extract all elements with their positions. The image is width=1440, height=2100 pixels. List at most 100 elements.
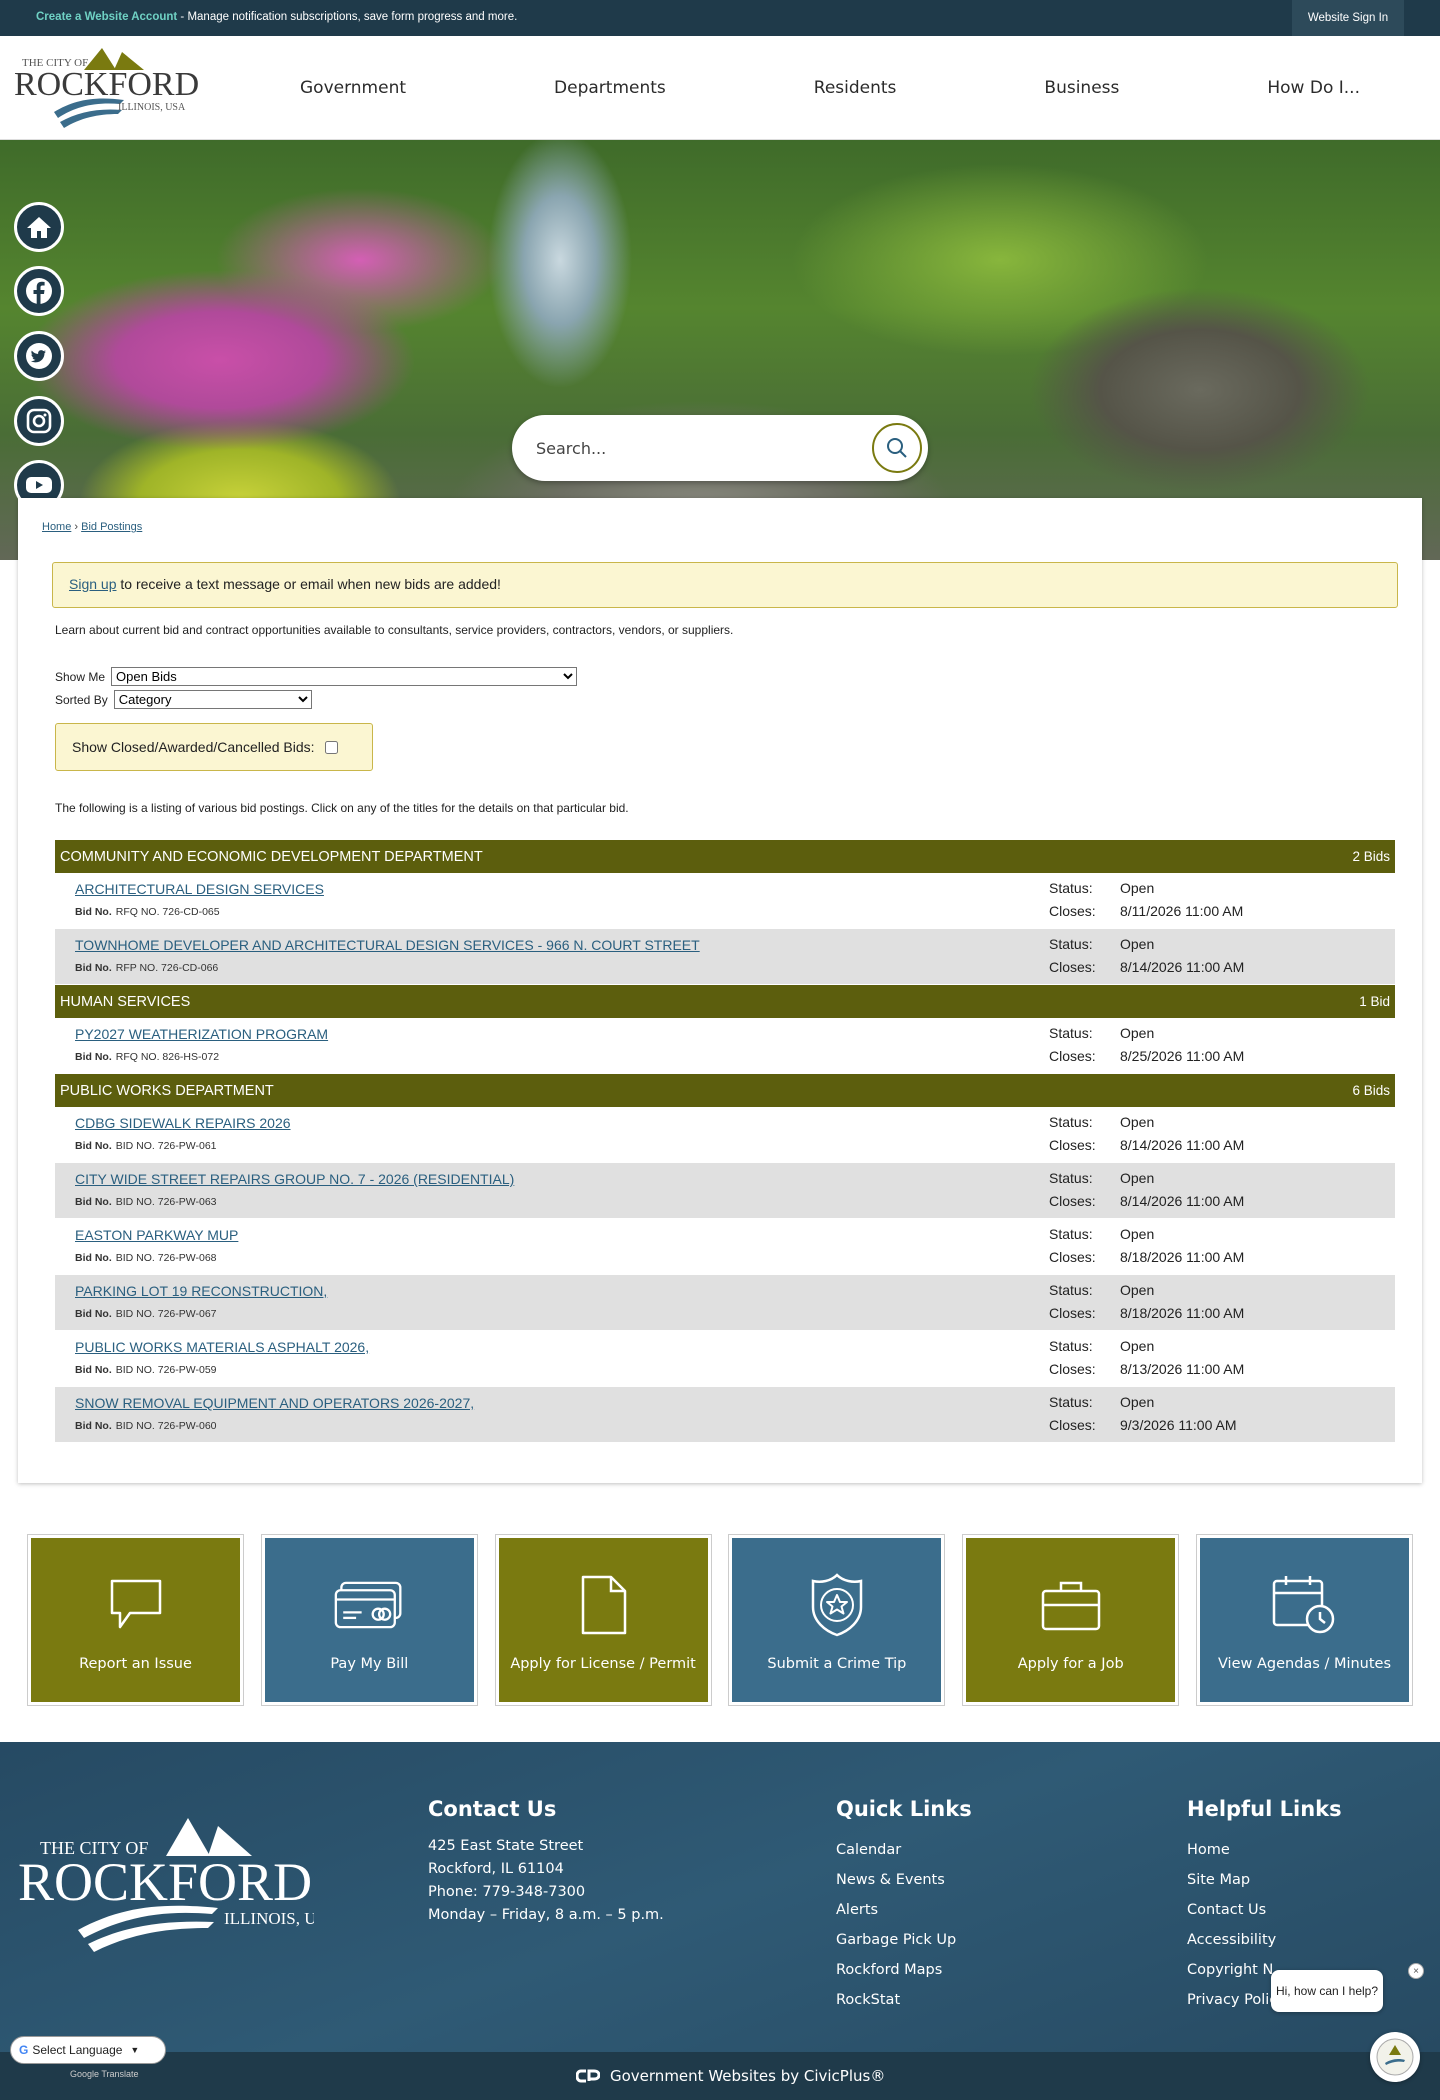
bid-number-value: BID NO. 726-PW-060: [115, 1420, 217, 1432]
status-value: Open: [1120, 1170, 1155, 1186]
bid-title-link[interactable]: CDBG SIDEWALK REPAIRS 2026: [75, 1115, 291, 1131]
helpful-link-contact[interactable]: Contact Us: [1187, 1895, 1342, 1925]
quick-action-tiles: Report an Issue Pay My Bill Apply for Li…: [28, 1535, 1412, 1705]
tile-apply-license[interactable]: Apply for License / Permit: [495, 1535, 711, 1705]
bid-number: Bid No. BID NO. 726-PW-059: [75, 1364, 217, 1376]
closes-value: 8/25/2026 11:00 AM: [1120, 1048, 1245, 1064]
bid-number: Bid No. BID NO. 726-PW-061: [75, 1140, 217, 1152]
bid-row: TOWNHOME DEVELOPER AND ARCHITECTURAL DES…: [55, 929, 1395, 985]
quick-link-alerts[interactable]: Alerts: [836, 1895, 972, 1925]
select-language-label: Select Language: [32, 2043, 123, 2057]
quick-link-garbage[interactable]: Garbage Pick Up: [836, 1925, 972, 1955]
contact-address1: 425 East State Street: [428, 1838, 584, 1854]
status-label: Status:: [1049, 936, 1093, 952]
bid-title-link[interactable]: TOWNHOME DEVELOPER AND ARCHITECTURAL DES…: [75, 937, 700, 953]
bid-row: PARKING LOT 19 RECONSTRUCTION, Bid No. BID…: [55, 1275, 1395, 1331]
closes-value: 9/3/2026 11:00 AM: [1120, 1417, 1237, 1433]
search-input[interactable]: [536, 435, 836, 461]
bid-number: Bid No. BID NO. 726-PW-068: [75, 1252, 217, 1264]
quick-link-news[interactable]: News & Events: [836, 1865, 972, 1895]
tile-crime-tip[interactable]: Submit a Crime Tip: [729, 1535, 945, 1705]
home-icon[interactable]: [14, 202, 64, 252]
bid-number-label: Bid No.: [75, 1420, 112, 1432]
bid-title-link[interactable]: ARCHITECTURAL DESIGN SERVICES: [75, 881, 324, 897]
bid-number: Bid No. RFQ NO. 826-HS-072: [75, 1051, 219, 1063]
search-button[interactable]: [872, 423, 922, 473]
show-me-row: Show Me Open Bids: [55, 667, 578, 686]
closes-value: 8/14/2026 11:00 AM: [1120, 1137, 1245, 1153]
rockford-logo[interactable]: THE CITY OF ROCKFORD ILLINOIS, USA: [14, 40, 198, 134]
logo-line2: ROCKFORD: [14, 66, 198, 103]
civicplus-credit-text: Government Websites by CivicPlus®: [610, 2067, 886, 2085]
bid-number-label: Bid No.: [75, 1364, 112, 1376]
bid-number-label: Bid No.: [75, 1252, 112, 1264]
bid-row: SNOW REMOVAL EQUIPMENT AND OPERATORS 202…: [55, 1387, 1395, 1443]
closes-value: 8/14/2026 11:00 AM: [1120, 959, 1245, 975]
civicplus-credit[interactable]: Government Websites by CivicPlus®: [576, 2067, 885, 2085]
bid-number-value: BID NO. 726-PW-061: [115, 1140, 217, 1152]
nav-how-do-i[interactable]: How Do I...: [1227, 78, 1400, 98]
tile-pay-bill[interactable]: Pay My Bill: [261, 1535, 477, 1705]
closes-value: 8/13/2026 11:00 AM: [1120, 1361, 1245, 1377]
select-language-dropdown[interactable]: G Select Language ▼: [10, 2036, 166, 2064]
tile-apply-job[interactable]: Apply for a Job: [963, 1535, 1179, 1705]
tile-report-issue[interactable]: Report an Issue: [28, 1535, 243, 1705]
breadcrumb-bid-postings[interactable]: Bid Postings: [81, 521, 142, 533]
quick-link-maps[interactable]: Rockford Maps: [836, 1955, 972, 1985]
tile-label: Report an Issue: [79, 1656, 192, 1672]
bid-number-value: RFQ NO. 726-CD-065: [115, 906, 220, 918]
hero-banner: [0, 140, 1440, 560]
chat-close-button[interactable]: ×: [1408, 1963, 1424, 1979]
breadcrumb-home[interactable]: Home: [42, 521, 71, 533]
contact-hours: Monday – Friday, 8 a.m. – 5 p.m.: [428, 1907, 664, 1923]
bid-number-label: Bid No.: [75, 1140, 112, 1152]
nav-government[interactable]: Government: [260, 78, 446, 98]
chat-prompt[interactable]: Hi, how can I help?: [1271, 1970, 1383, 2012]
sorted-by-select[interactable]: Category: [113, 690, 312, 709]
tile-view-agendas[interactable]: View Agendas / Minutes: [1196, 1535, 1412, 1705]
helpful-link-site-map[interactable]: Site Map: [1187, 1865, 1342, 1895]
quick-link-rockstat[interactable]: RockStat: [836, 1985, 972, 2015]
closes-label: Closes:: [1049, 1048, 1096, 1064]
bid-number-label: Bid No.: [75, 1051, 112, 1063]
status-label: Status:: [1049, 1114, 1093, 1130]
website-sign-in-button[interactable]: Website Sign In: [1292, 0, 1404, 36]
civicplus-icon: [576, 2069, 600, 2083]
tile-label: Submit a Crime Tip: [767, 1656, 907, 1672]
bid-title-link[interactable]: PUBLIC WORKS MATERIALS ASPHALT 2026,: [75, 1339, 369, 1355]
chatbot-avatar-icon[interactable]: [1370, 2032, 1420, 2082]
show-me-select[interactable]: Open Bids: [111, 667, 578, 686]
bid-title-link[interactable]: PARKING LOT 19 RECONSTRUCTION,: [75, 1283, 327, 1299]
create-account-link[interactable]: Create a Website Account: [36, 11, 177, 23]
site-header: THE CITY OF ROCKFORD ILLINOIS, USA Gover…: [0, 36, 1440, 140]
status-value: Open: [1120, 1025, 1155, 1041]
status-value: Open: [1120, 936, 1155, 952]
category-name: Public Works Department: [60, 1082, 274, 1099]
police-badge-icon: [802, 1570, 872, 1640]
intro-text: Learn about current bid and contract opp…: [55, 623, 734, 637]
top-bar: Create a Website Account - Manage notifi…: [0, 0, 1440, 36]
footer-rockford-logo[interactable]: THE CITY OF ROCKFORD ILLINOIS, USA: [18, 1812, 314, 1962]
instagram-icon[interactable]: [14, 396, 64, 446]
signup-alert-text: to receive a text message or email when …: [116, 576, 501, 592]
signup-link[interactable]: Sign up: [69, 576, 116, 592]
bid-title-link[interactable]: PY2027 WEATHERIZATION PROGRAM: [75, 1026, 328, 1042]
nav-business[interactable]: Business: [1004, 78, 1159, 98]
category-count: 6 Bids: [1352, 1083, 1390, 1098]
quick-link-calendar[interactable]: Calendar: [836, 1835, 972, 1865]
helpful-link-accessibility[interactable]: Accessibility: [1187, 1925, 1342, 1955]
sorted-by-row: Sorted By Category: [55, 690, 312, 709]
bid-number-label: Bid No.: [75, 906, 112, 918]
nav-departments[interactable]: Departments: [514, 78, 706, 98]
nav-residents[interactable]: Residents: [774, 78, 937, 98]
bid-title-link[interactable]: CITY WIDE STREET REPAIRS GROUP NO. 7 - 2…: [75, 1171, 514, 1187]
google-translate-credit: Google Translate: [70, 2069, 139, 2079]
show-closed-checkbox[interactable]: [324, 740, 338, 754]
facebook-icon[interactable]: [14, 266, 64, 316]
bid-title-link[interactable]: SNOW REMOVAL EQUIPMENT AND OPERATORS 202…: [75, 1395, 474, 1411]
helpful-link-home[interactable]: Home: [1187, 1835, 1342, 1865]
chevron-down-icon: ▼: [130, 2045, 140, 2055]
bid-number-value: BID NO. 726-PW-063: [115, 1196, 217, 1208]
twitter-icon[interactable]: [14, 331, 64, 381]
bid-title-link[interactable]: EASTON PARKWAY MUP: [75, 1227, 238, 1243]
